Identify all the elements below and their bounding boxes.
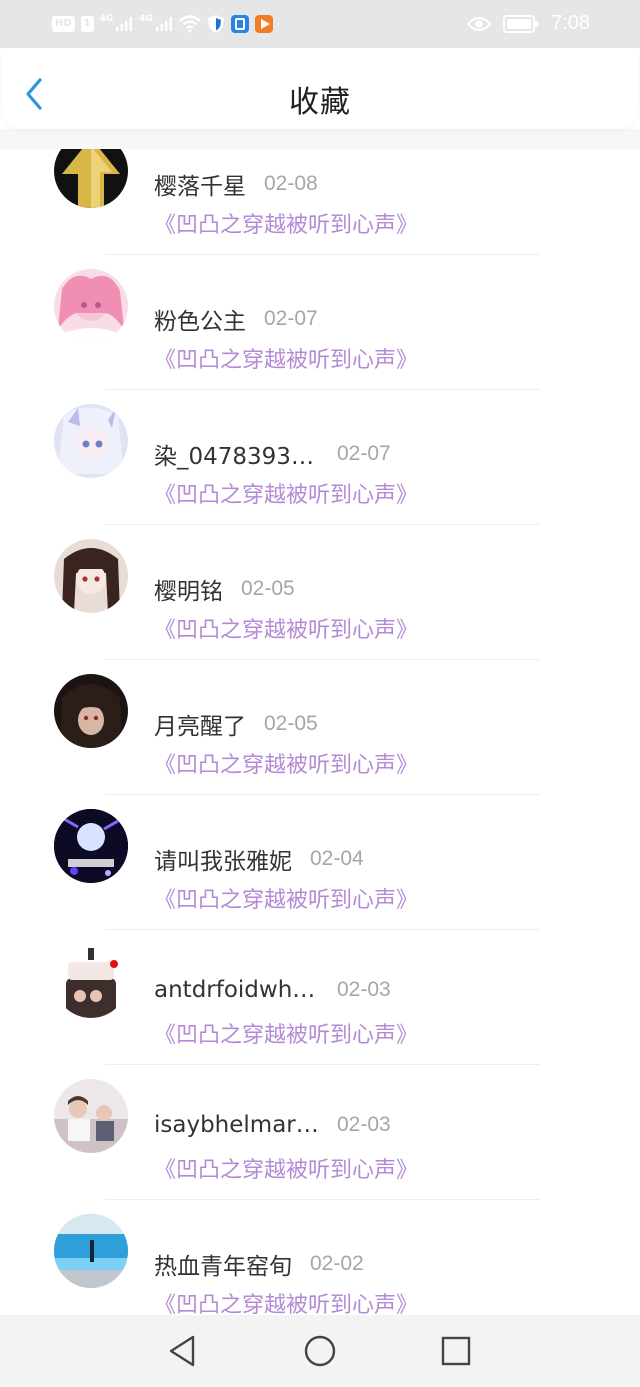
network-type-2: 4G [139, 14, 153, 24]
app-icon-blue [230, 15, 249, 33]
network-type-1: 4G [99, 14, 114, 24]
user-name[interactable]: 樱明铭 [154, 572, 223, 606]
user-name[interactable]: 热血青年窑旬 [154, 1247, 292, 1281]
book-title-link[interactable]: 《凹凸之穿越被听到心声》 [154, 882, 418, 914]
list-item[interactable]: 请叫我张雅妮 02-04 《凹凸之穿越被听到心声》 [0, 795, 640, 930]
circle-home-icon[interactable] [300, 1333, 340, 1369]
square-recents-icon[interactable] [436, 1333, 476, 1369]
favorite-date: 02-05 [264, 712, 318, 735]
avatar[interactable] [54, 944, 128, 1018]
list-item[interactable]: 染_04783936... 02-07 《凹凸之穿越被听到心声》 [0, 390, 640, 525]
user-name[interactable]: 粉色公主 [154, 302, 246, 336]
favorite-date: 02-03 [337, 978, 391, 1001]
name-date-line: isaybhelmarant 02-03 [154, 1112, 391, 1138]
name-date-line: antdrfoidwhd... 02-03 [154, 977, 391, 1003]
name-date-line: 染_04783936... 02-07 [154, 437, 391, 471]
user-name[interactable]: 染_04783936... [154, 437, 319, 471]
signal-icon-2 [155, 17, 172, 31]
top-app-bar: 收藏 [2, 49, 638, 129]
name-date-line: 樱明铭 02-05 [154, 572, 295, 606]
user-name[interactable]: 月亮醒了 [154, 707, 246, 741]
user-name[interactable]: isaybhelmarant [154, 1112, 319, 1138]
status-bar: HD 1 4G 4G 7:08 [0, 0, 640, 48]
list-item[interactable]: 热血青年窑旬 02-02 《凹凸之穿越被听到心声》 [0, 1200, 640, 1315]
system-navigation-bar [0, 1315, 640, 1387]
list-item[interactable]: isaybhelmarant 02-03 《凹凸之穿越被听到心声》 [0, 1065, 640, 1200]
signal-icon [116, 17, 133, 31]
book-title-link[interactable]: 《凹凸之穿越被听到心声》 [154, 207, 418, 239]
shield-app-icon [207, 15, 224, 33]
name-date-line: 粉色公主 02-07 [154, 302, 318, 336]
favorite-date: 02-07 [337, 442, 391, 465]
favorite-date: 02-04 [310, 847, 364, 870]
user-name[interactable]: antdrfoidwhd... [154, 977, 319, 1003]
avatar[interactable] [54, 1079, 128, 1153]
user-name[interactable]: 请叫我张雅妮 [154, 842, 292, 876]
name-date-line: 请叫我张雅妮 02-04 [154, 842, 364, 876]
list-item[interactable]: 樱明铭 02-05 《凹凸之穿越被听到心声》 [0, 525, 640, 660]
list-item[interactable]: antdrfoidwhd... 02-03 《凹凸之穿越被听到心声》 [0, 930, 640, 1065]
sim-badge: 1 [80, 16, 94, 32]
app-icon-orange [254, 15, 273, 33]
avatar[interactable] [54, 1214, 128, 1288]
name-date-line: 月亮醒了 02-05 [154, 707, 318, 741]
status-icons-left: HD 1 4G 4G [52, 14, 273, 34]
avatar[interactable] [54, 809, 128, 883]
avatar[interactable] [54, 269, 128, 343]
header-shadow-gap [0, 129, 640, 149]
triangle-back-icon[interactable] [162, 1333, 202, 1369]
book-title-link[interactable]: 《凹凸之穿越被听到心声》 [154, 477, 418, 509]
book-title-link[interactable]: 《凹凸之穿越被听到心声》 [154, 612, 418, 644]
user-name[interactable]: 樱落千星 [154, 167, 246, 201]
clock: 7:08 [551, 12, 590, 34]
wifi-icon [179, 15, 201, 33]
book-title-link[interactable]: 《凹凸之穿越被听到心声》 [154, 1152, 418, 1184]
favorite-date: 02-02 [310, 1252, 364, 1275]
favorite-date: 02-07 [264, 307, 318, 330]
book-title-link[interactable]: 《凹凸之穿越被听到心声》 [154, 1017, 418, 1049]
avatar[interactable] [54, 674, 128, 748]
book-title-link[interactable]: 《凹凸之穿越被听到心声》 [154, 342, 418, 374]
book-title-link[interactable]: 《凹凸之穿越被听到心声》 [154, 1287, 418, 1315]
favorite-date: 02-05 [241, 577, 295, 600]
avatar[interactable] [54, 539, 128, 613]
list-item[interactable]: 月亮醒了 02-05 《凹凸之穿越被听到心声》 [0, 660, 640, 795]
favorite-date: 02-08 [264, 172, 318, 195]
page-title: 收藏 [289, 85, 351, 120]
battery-icon [503, 14, 539, 33]
name-date-line: 樱落千星 02-08 [154, 167, 318, 201]
favorite-date: 02-03 [337, 1113, 391, 1136]
list-item[interactable]: 粉色公主 02-07 《凹凸之穿越被听到心声》 [0, 255, 640, 390]
book-title-link[interactable]: 《凹凸之穿越被听到心声》 [154, 747, 418, 779]
avatar[interactable] [54, 404, 128, 478]
eye-icon [467, 16, 492, 31]
status-icons-right: 7:08 [467, 12, 590, 35]
name-date-line: 热血青年窑旬 02-02 [154, 1247, 364, 1281]
hd-badge: HD [52, 16, 75, 32]
favorites-list[interactable]: 樱落千星 02-08 《凹凸之穿越被听到心声》 粉色公主 02-07 《凹凸之穿越被听到心… [0, 100, 640, 1315]
